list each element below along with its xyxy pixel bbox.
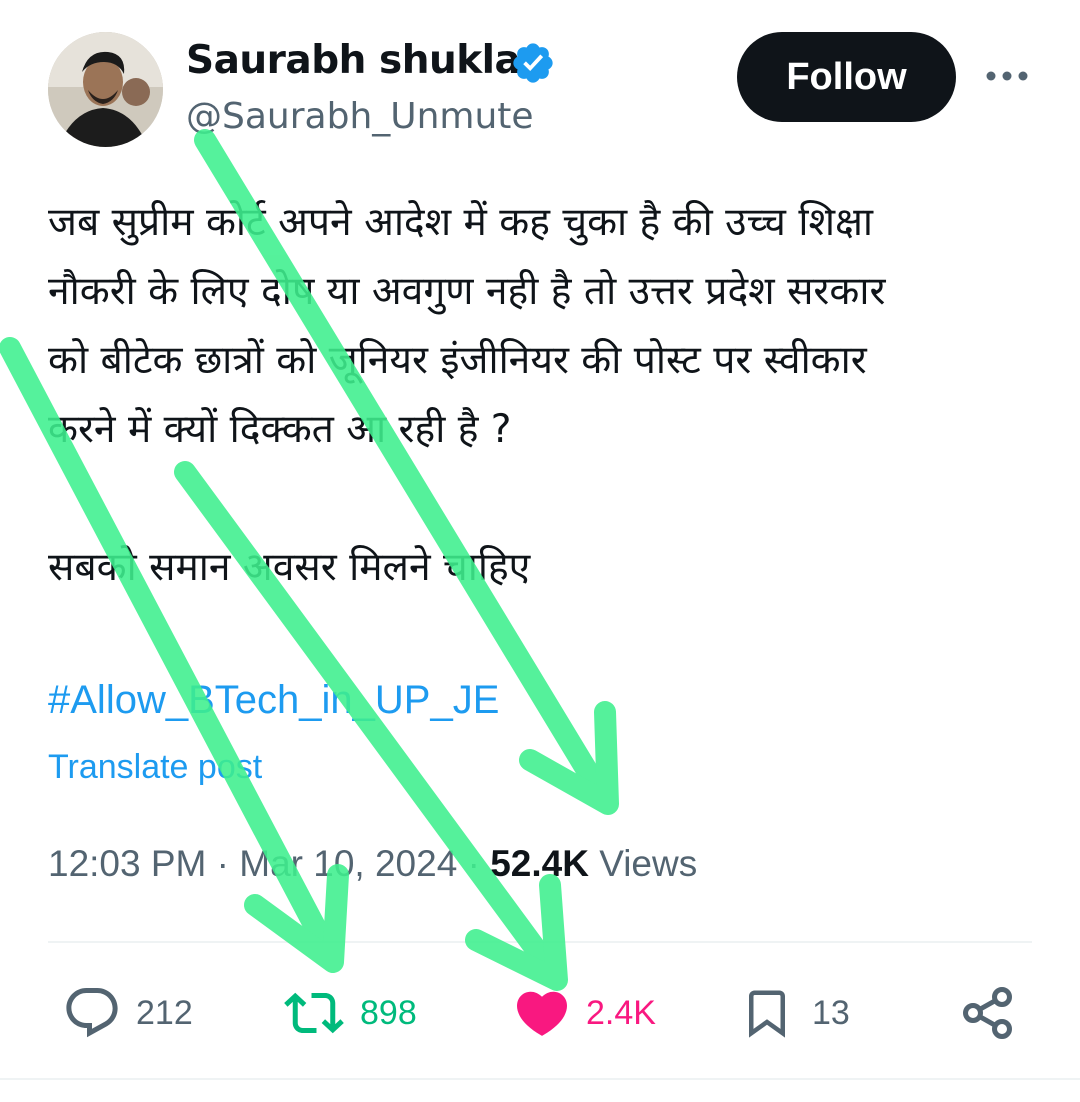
like-button[interactable]: 2.4K [512, 980, 656, 1046]
post-meta: 12:03 PM · Mar 10, 2024 · 52.4K Views [48, 843, 698, 884]
share-icon [963, 987, 1012, 1039]
reply-icon [66, 988, 118, 1038]
follow-button[interactable]: Follow [737, 32, 956, 122]
reply-button[interactable]: 212 [62, 980, 193, 1046]
hashtag-link[interactable]: #Allow_BTech_in_UP_JE [48, 678, 499, 723]
divider [48, 941, 1032, 943]
avatar-photo [48, 32, 163, 147]
post-line: करने में क्यों दिक्कत आ रही है ? [48, 407, 512, 452]
share-button[interactable] [960, 980, 1016, 1046]
bookmark-button[interactable]: 13 [740, 980, 850, 1046]
avatar[interactable] [48, 32, 163, 147]
post-line: को बीटेक छात्रों को जूनियर इंजीनियर की प… [48, 338, 867, 383]
bottom-divider [0, 1078, 1080, 1080]
post-body: जब सुप्रीम कोर्ट अपने आदेश में कह चुका ह… [48, 188, 1048, 602]
post-date[interactable]: Mar 10, 2024 [239, 843, 457, 884]
verified-badge-icon [513, 43, 553, 83]
repost-button[interactable]: 898 [282, 980, 417, 1046]
bookmark-icon [749, 990, 785, 1038]
heart-icon [516, 991, 568, 1036]
views-count: 52.4K [490, 843, 589, 884]
author-handle[interactable]: @Saurabh_Unmute [186, 96, 534, 137]
post-line: नौकरी के लिए दोष या अवगुण नही है तो उत्त… [48, 269, 886, 314]
post-line: जब सुप्रीम कोर्ट अपने आदेश में कह चुका ह… [48, 200, 874, 245]
views-label: Views [599, 843, 698, 884]
translate-post-link[interactable]: Translate post [48, 748, 262, 787]
author-name[interactable]: Saurabh shukla [186, 38, 521, 83]
like-count: 2.4K [586, 993, 656, 1032]
reply-count: 212 [136, 993, 193, 1032]
repost-count: 898 [360, 993, 417, 1032]
bookmark-count: 13 [812, 993, 850, 1032]
more-icon[interactable] [982, 58, 1032, 94]
post-time[interactable]: 12:03 PM [48, 843, 206, 884]
post-second-paragraph: सबको समान अवसर मिलने चाहिए [48, 545, 531, 590]
repost-icon [284, 992, 344, 1034]
